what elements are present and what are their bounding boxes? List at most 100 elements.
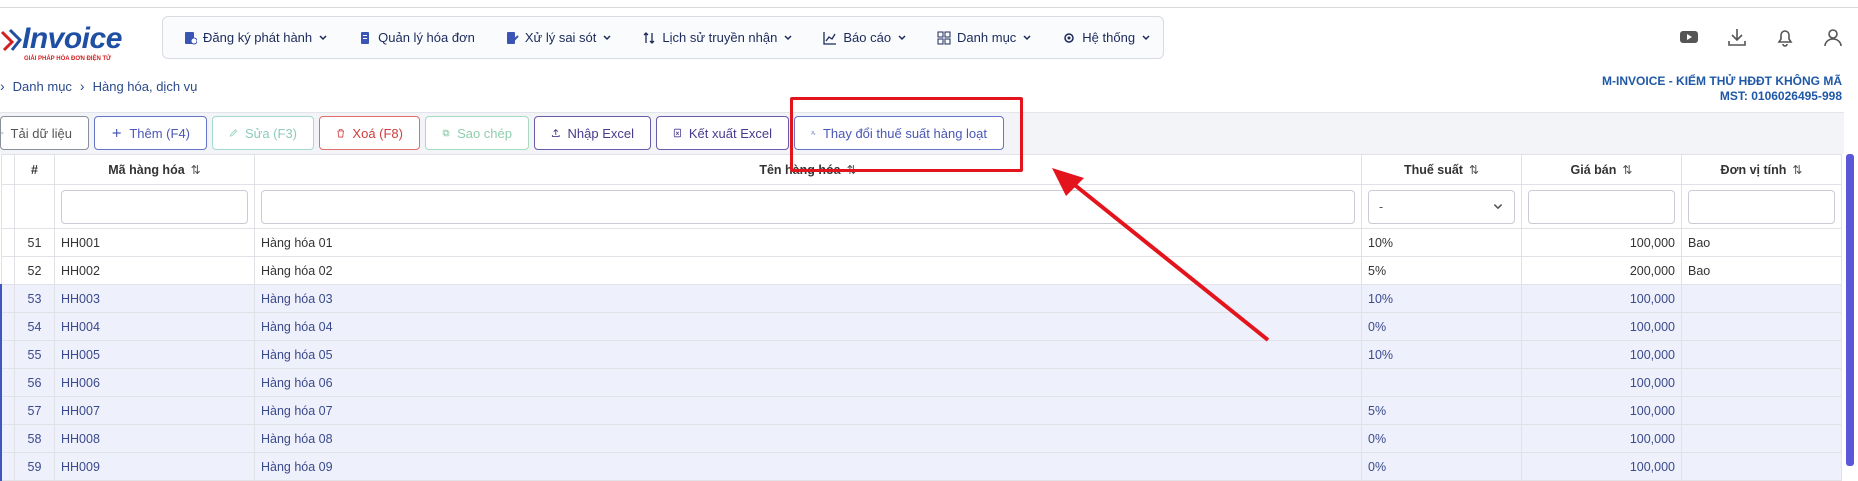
delete-button[interactable]: Xoá (F8) (319, 116, 420, 150)
row-code[interactable]: HH009 (54, 452, 255, 481)
select-column-header[interactable] (0, 154, 15, 185)
row-tax[interactable]: 0% (1361, 312, 1522, 341)
row-index[interactable]: 59 (14, 452, 55, 481)
row-price[interactable]: 100,000 (1521, 452, 1682, 481)
row-index[interactable]: 56 (14, 368, 55, 397)
row-price[interactable]: 100,000 (1521, 284, 1682, 313)
youtube-icon[interactable] (1678, 26, 1700, 48)
copy-button[interactable]: Sao chép (425, 116, 529, 150)
menu-item-quan-ly-hoa-don[interactable]: Quản lý hóa đơn (358, 30, 475, 45)
import-excel-button[interactable]: Nhập Excel (534, 116, 651, 150)
row-select-cell[interactable] (0, 340, 15, 369)
row-tax[interactable]: 0% (1361, 424, 1522, 453)
row-unit[interactable]: Bao (1681, 256, 1842, 285)
row-code[interactable]: HH001 (54, 228, 255, 257)
row-unit[interactable] (1681, 368, 1842, 397)
column-header-price[interactable]: Giá bán ⇅ (1521, 154, 1682, 185)
sort-icon[interactable]: ⇅ (1469, 163, 1479, 177)
edit-button[interactable]: Sửa (F3) (212, 116, 314, 150)
row-unit[interactable] (1681, 396, 1842, 425)
row-price[interactable]: 100,000 (1521, 228, 1682, 257)
sort-icon[interactable]: ⇅ (1792, 163, 1802, 177)
row-tax[interactable]: 0% (1361, 452, 1522, 481)
vertical-scrollbar[interactable] (1846, 154, 1854, 466)
column-header-tax[interactable]: Thuế suất ⇅ (1361, 154, 1522, 185)
table-row[interactable]: 58 HH008 Hàng hóa 08 0% 100,000 (0, 424, 1842, 453)
row-price[interactable]: 100,000 (1521, 368, 1682, 397)
row-code[interactable]: HH002 (54, 256, 255, 285)
table-row[interactable]: 59 HH009 Hàng hóa 09 0% 100,000 (0, 452, 1842, 481)
row-index[interactable]: 52 (14, 256, 55, 285)
row-code[interactable]: HH003 (54, 284, 255, 313)
row-tax[interactable] (1361, 368, 1522, 397)
row-code[interactable]: HH005 (54, 340, 255, 369)
table-row[interactable]: 57 HH007 Hàng hóa 07 5% 100,000 (0, 396, 1842, 425)
sort-icon[interactable]: ⇅ (191, 163, 201, 177)
column-header-code[interactable]: Mã hàng hóa ⇅ (54, 154, 255, 185)
app-logo[interactable]: Invoice GIẢI PHÁP HÓA ĐƠN ĐIỆN TỬ (0, 22, 160, 66)
menu-item-lich-su-truyen-nhan[interactable]: Lịch sử truyền nhận (642, 30, 793, 45)
row-price[interactable]: 100,000 (1521, 312, 1682, 341)
row-price[interactable]: 100,000 (1521, 396, 1682, 425)
row-index[interactable]: 54 (14, 312, 55, 341)
row-select-cell[interactable] (0, 368, 15, 397)
row-price[interactable]: 200,000 (1521, 256, 1682, 285)
row-tax[interactable]: 10% (1361, 340, 1522, 369)
row-tax[interactable]: 5% (1361, 396, 1522, 425)
row-select-cell[interactable] (0, 284, 15, 313)
row-select-cell[interactable] (0, 228, 15, 257)
filter-price-input[interactable] (1528, 189, 1675, 224)
row-unit[interactable] (1681, 452, 1842, 481)
row-tax[interactable]: 5% (1361, 256, 1522, 285)
filter-code-input[interactable] (61, 189, 248, 224)
row-tax[interactable]: 10% (1361, 284, 1522, 313)
row-index[interactable]: 53 (14, 284, 55, 313)
row-price[interactable]: 100,000 (1521, 424, 1682, 453)
row-code[interactable]: HH006 (54, 368, 255, 397)
row-tax[interactable]: 10% (1361, 228, 1522, 257)
row-index[interactable]: 55 (14, 340, 55, 369)
row-unit[interactable] (1681, 284, 1842, 313)
row-code[interactable]: HH004 (54, 312, 255, 341)
bell-icon[interactable] (1774, 26, 1796, 48)
download-icon[interactable] (1726, 26, 1748, 48)
row-select-cell[interactable] (0, 256, 15, 285)
row-code[interactable]: HH008 (54, 424, 255, 453)
row-select-cell[interactable] (0, 424, 15, 453)
row-name[interactable]: Hàng hóa 06 (254, 368, 1362, 397)
table-row[interactable]: 55 HH005 Hàng hóa 05 10% 100,000 (0, 340, 1842, 369)
user-icon[interactable] (1822, 26, 1844, 48)
menu-item-xu-ly-sai-sot[interactable]: Xử lý sai sót (505, 30, 613, 45)
menu-item-bao-cao[interactable]: Báo cáo (823, 30, 907, 45)
row-unit[interactable] (1681, 340, 1842, 369)
row-code[interactable]: HH007 (54, 396, 255, 425)
row-index[interactable]: 51 (14, 228, 55, 257)
row-unit[interactable]: Bao (1681, 228, 1842, 257)
table-row[interactable]: 51 HH001 Hàng hóa 01 10% 100,000 Bao (0, 228, 1842, 257)
row-unit[interactable] (1681, 312, 1842, 341)
row-name[interactable]: Hàng hóa 08 (254, 424, 1362, 453)
sort-icon[interactable]: ⇅ (1622, 163, 1632, 177)
row-name[interactable]: Hàng hóa 09 (254, 452, 1362, 481)
menu-item-danh-muc[interactable]: Danh mục (937, 30, 1032, 45)
filter-unit-input[interactable] (1688, 189, 1835, 224)
row-unit[interactable] (1681, 424, 1842, 453)
row-select-cell[interactable] (0, 312, 15, 341)
column-header-unit[interactable]: Đơn vị tính ⇅ (1681, 154, 1842, 185)
filter-tax-select[interactable]: - (1368, 189, 1515, 224)
export-excel-button[interactable]: Kết xuất Excel (656, 116, 789, 150)
row-select-cell[interactable] (0, 396, 15, 425)
row-price[interactable]: 100,000 (1521, 340, 1682, 369)
menu-item-he-thong[interactable]: Hệ thống (1062, 30, 1151, 45)
table-row[interactable]: 54 HH004 Hàng hóa 04 0% 100,000 (0, 312, 1842, 341)
row-name[interactable]: Hàng hóa 07 (254, 396, 1362, 425)
row-index[interactable]: 58 (14, 424, 55, 453)
row-select-cell[interactable] (0, 452, 15, 481)
menu-item-dang-ky[interactable]: Đăng ký phát hành (183, 30, 328, 45)
table-row[interactable]: 53 HH003 Hàng hóa 03 10% 100,000 (0, 284, 1842, 313)
table-row[interactable]: 56 HH006 Hàng hóa 06 100,000 (0, 368, 1842, 397)
breadcrumb-level1[interactable]: Danh mục (13, 79, 72, 94)
add-button[interactable]: Thêm (F4) (94, 116, 207, 150)
table-row[interactable]: 52 HH002 Hàng hóa 02 5% 200,000 Bao (0, 256, 1842, 285)
row-index[interactable]: 57 (14, 396, 55, 425)
